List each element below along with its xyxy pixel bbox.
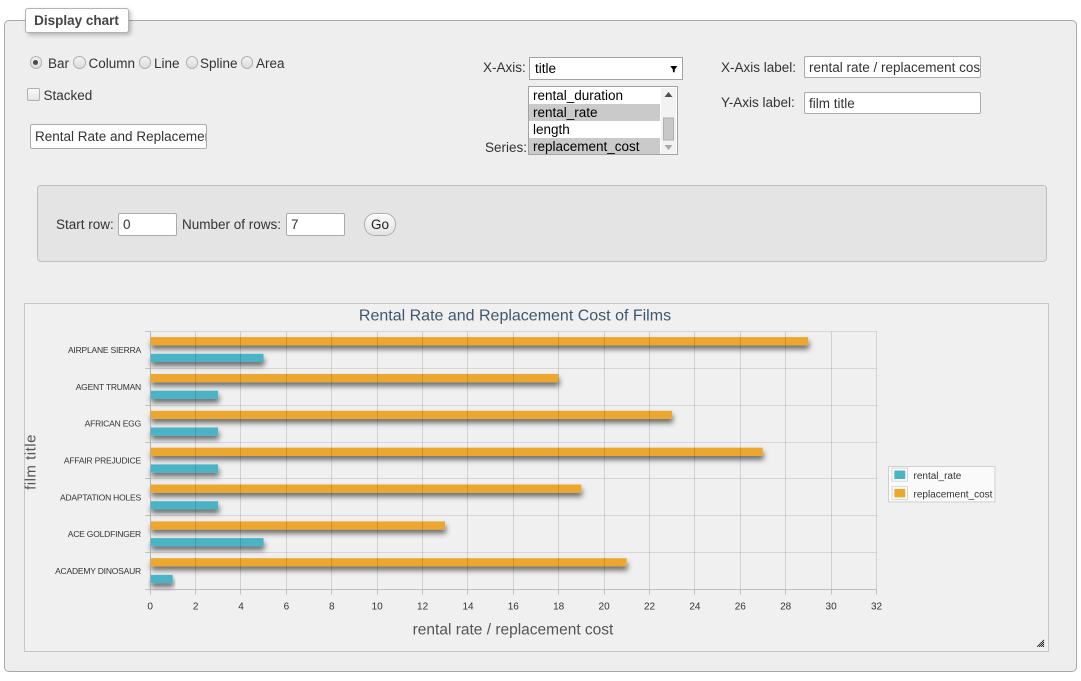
svg-text:20: 20 [599, 602, 611, 613]
svg-text:4: 4 [238, 602, 244, 613]
svg-text:2: 2 [193, 602, 199, 613]
svg-text:8: 8 [329, 602, 335, 613]
svg-text:rental_rate: rental_rate [914, 471, 962, 482]
svg-text:18: 18 [553, 602, 565, 613]
svg-text:Rental Rate and Replacement Co: Rental Rate and Replacement Cost of Film… [359, 308, 671, 325]
svg-text:24: 24 [689, 602, 701, 613]
svg-text:ACADEMY DINOSAUR: ACADEMY DINOSAUR [55, 566, 141, 576]
svg-text:ADAPTATION HOLES: ADAPTATION HOLES [60, 492, 142, 502]
svg-text:16: 16 [508, 602, 520, 613]
svg-text:film title: film title [24, 434, 40, 490]
svg-text:0: 0 [147, 602, 153, 613]
svg-text:6: 6 [284, 602, 290, 613]
svg-text:ACE GOLDFINGER: ACE GOLDFINGER [68, 529, 141, 539]
svg-text:22: 22 [644, 602, 656, 613]
svg-text:replacement_cost: replacement_cost [914, 489, 993, 500]
svg-text:30: 30 [826, 602, 838, 613]
svg-text:AFFAIR PREJUDICE: AFFAIR PREJUDICE [64, 456, 142, 466]
svg-text:12: 12 [417, 602, 429, 613]
svg-text:32: 32 [871, 602, 883, 613]
svg-text:AIRPLANE SIERRA: AIRPLANE SIERRA [68, 345, 142, 355]
svg-text:AGENT TRUMAN: AGENT TRUMAN [76, 382, 141, 392]
svg-text:AFRICAN EGG: AFRICAN EGG [85, 419, 141, 429]
svg-text:28: 28 [780, 602, 792, 613]
svg-text:14: 14 [462, 602, 474, 613]
svg-text:26: 26 [735, 602, 747, 613]
svg-text:10: 10 [372, 602, 384, 613]
svg-text:rental rate / replacement cost: rental rate / replacement cost [413, 622, 614, 639]
